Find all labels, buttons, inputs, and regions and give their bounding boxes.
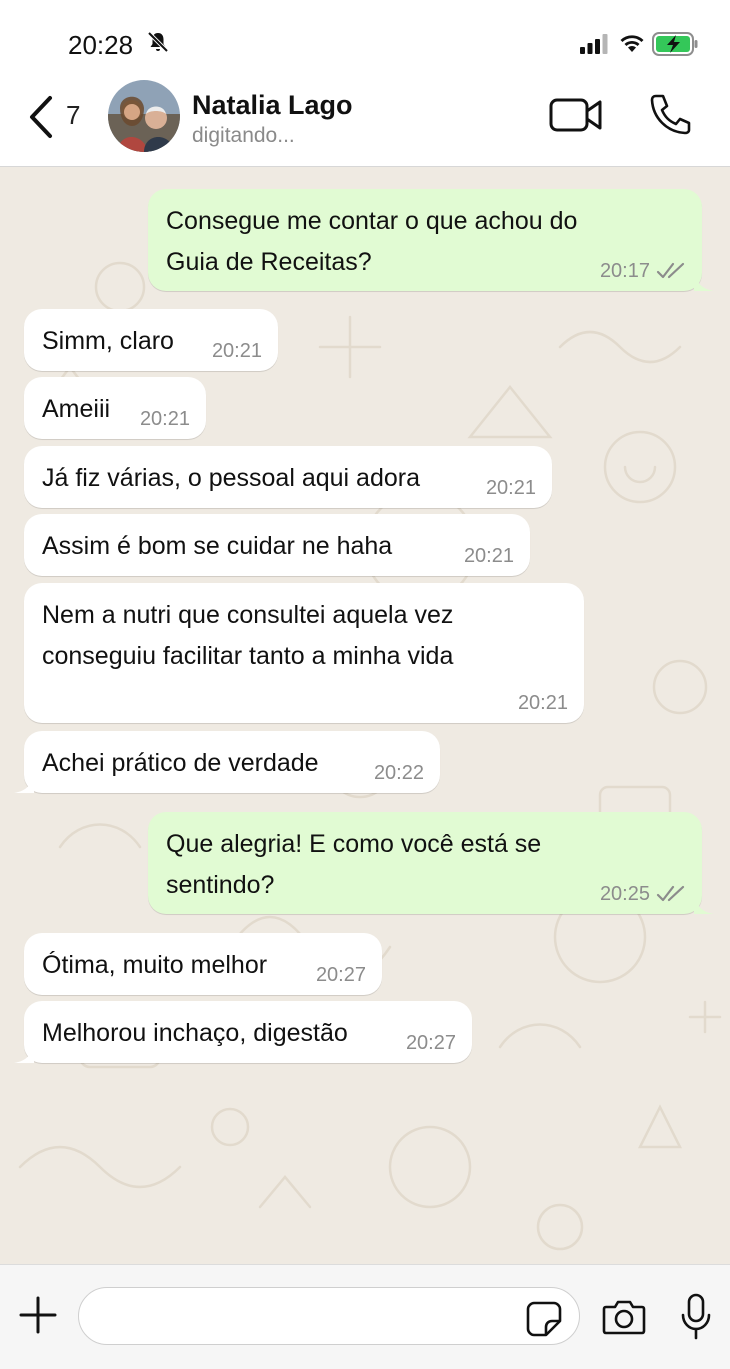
back-button[interactable]: 7 [26,94,92,140]
outgoing-message[interactable]: Que alegria! E como você está se sentindo… [148,812,714,914]
message-text: Assim é bom se cuidar ne haha [42,526,392,567]
message-text: Nem a nutri que consultei aquela vez cons… [42,595,453,677]
message-time: 20:21 [517,692,568,714]
contact-name[interactable]: Natalia Lago [192,90,353,121]
incoming-message[interactable]: Achei prático de verdade 20:22 [14,731,440,793]
video-call-button[interactable] [548,96,604,139]
message-meta: 20:21 [140,407,190,431]
double-check-icon [656,262,685,279]
message-text-line: Ótima, muito melhor [42,951,268,979]
status-time: 20:28 [68,30,134,60]
message-text: Simm, claro [42,321,174,362]
incoming-message[interactable]: Nem a nutri que consultei aquela vez cons… [24,583,584,723]
video-camera-icon [549,98,602,132]
chevron-left-icon [30,96,52,138]
bubble-tail [694,271,714,291]
chat-area[interactable]: Consegue me contar o que achou do Guia de… [0,167,730,1264]
message-text-line: Assim é bom se cuidar ne haha [42,532,393,560]
message-text: Achei prático de verdade [42,743,319,784]
plus-icon [19,1296,57,1334]
message-time: 20:17 [599,260,650,282]
message-text: Ótima, muito melhor [42,945,267,986]
camera-button[interactable] [602,1299,646,1340]
incoming-message[interactable]: Assim é bom se cuidar ne haha 20:21 [24,514,530,576]
incoming-message[interactable]: Melhorou inchaço, digestão 20:27 [14,1001,472,1063]
message-text-line: Nem a nutri que consultei aquela vez [42,601,454,629]
message-meta: 20:21 [212,339,262,363]
message-text: Que alegria! E como você está se sentindo… [166,824,541,906]
message-time: 20:25 [599,883,650,905]
message-meta: 20:17 [600,259,686,283]
message-text: Melhorou inchaço, digestão [42,1013,348,1054]
message-text: Já fiz várias, o pessoal aqui adora [42,458,420,499]
incoming-message[interactable]: Ameiii 20:21 [24,377,206,439]
message-text-line: conseguiu facilitar tanto a minha vida [42,642,454,670]
message-input[interactable] [78,1287,580,1345]
attach-button[interactable] [18,1295,58,1340]
message-meta: 20:27 [316,963,366,987]
status-bar: 20:28 [0,0,730,80]
battery-charging-icon [652,32,698,61]
avatar[interactable] [108,80,180,152]
sticker-icon [526,1301,562,1337]
message-meta: 20:25 [600,882,686,906]
phone-icon [650,94,691,135]
message-time: 20:27 [405,1032,456,1054]
bell-muted-icon [146,30,170,59]
message-time: 20:21 [485,477,536,499]
message-time: 20:27 [315,964,366,986]
bubble-tail [14,1043,34,1063]
message-meta: 20:27 [406,1031,456,1055]
message-text-line: Simm, claro [42,327,174,355]
message-meta: 20:21 [464,544,514,568]
microphone-icon [681,1293,711,1340]
sticker-button[interactable] [526,1301,562,1342]
message-time: 20:21 [139,408,190,430]
message-text-line: Ameiii [42,395,111,423]
message-text: Consegue me contar o que achou do Guia de… [166,201,577,283]
message-text-line: Guia de Receitas? [166,248,372,276]
incoming-message[interactable]: Ótima, muito melhor 20:27 [24,933,382,995]
incoming-message[interactable]: Simm, claro 20:21 [24,309,278,371]
chat-header: 7 Natalia Lago digitando... [0,80,730,167]
typing-status: digitando... [192,124,295,147]
unread-count: 7 [66,100,81,130]
signal-icon [580,34,610,59]
message-meta: 20:21 [518,691,568,715]
incoming-message[interactable]: Já fiz várias, o pessoal aqui adora 20:21 [24,446,552,508]
message-text-line: Já fiz várias, o pessoal aqui adora [42,464,420,492]
camera-icon [602,1300,646,1335]
message-time: 20:21 [463,545,514,567]
message-time: 20:22 [373,762,424,784]
message-text-line: Que alegria! E como você está se [166,830,542,858]
message-text-line: Melhorou inchaço, digestão [42,1019,348,1047]
message-meta: 20:22 [374,761,424,785]
message-text-line: sentindo? [166,871,275,899]
bubble-tail [694,894,714,914]
message-time: 20:21 [211,340,262,362]
message-text: Ameiii [42,389,110,430]
microphone-button[interactable] [680,1293,712,1346]
message-text-line: Consegue me contar o que achou do [166,207,578,235]
bubble-tail [14,773,34,793]
composer-bar [0,1264,730,1369]
voice-call-button[interactable] [648,92,692,141]
message-meta: 20:21 [486,476,536,500]
message-text-line: Achei prático de verdade [42,749,319,777]
outgoing-message[interactable]: Consegue me contar o que achou do Guia de… [148,189,714,291]
wifi-icon [618,32,646,59]
double-check-icon [656,885,685,902]
